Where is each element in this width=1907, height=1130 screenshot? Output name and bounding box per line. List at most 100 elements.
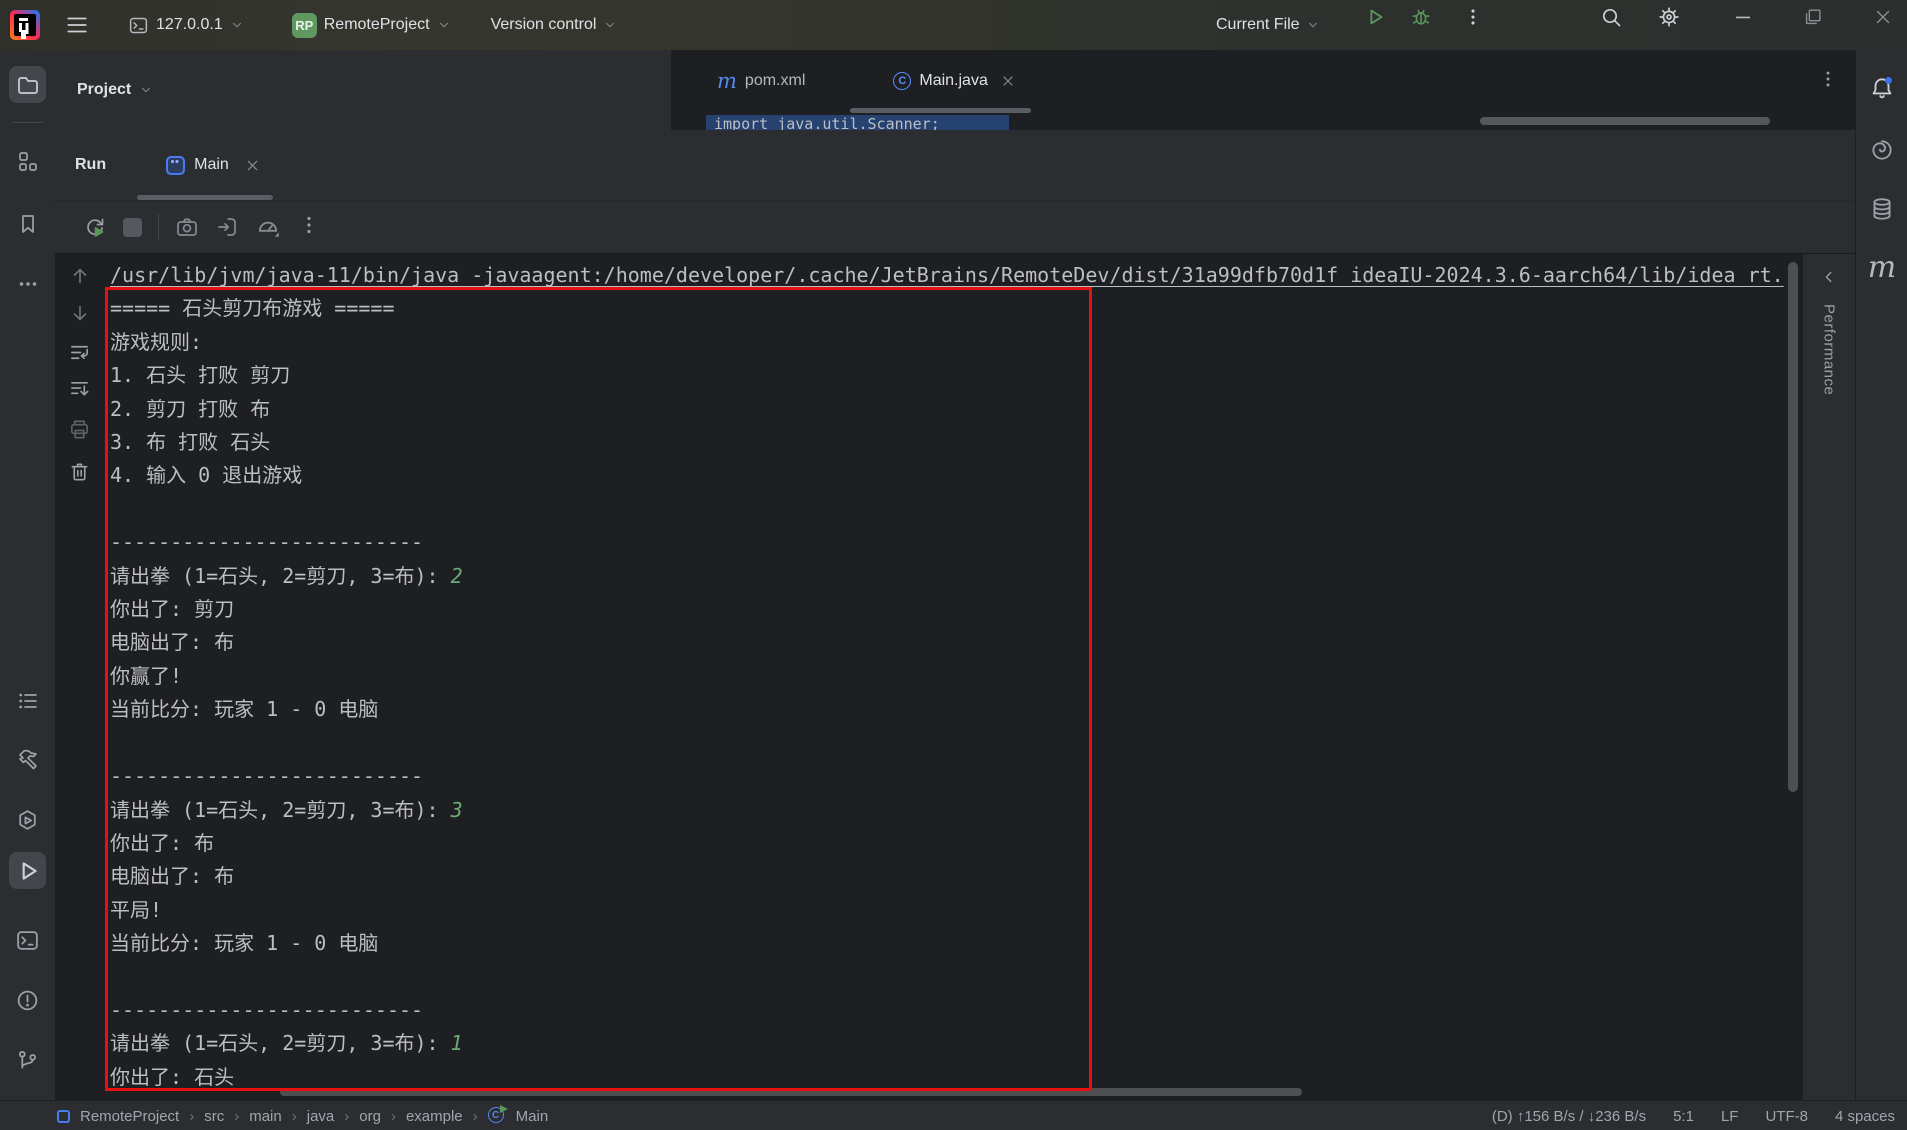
console-line: 你出了: 布: [110, 830, 215, 855]
tab-main-java[interactable]: C Main.java: [879, 50, 1029, 112]
project-panel-title[interactable]: Project: [77, 81, 131, 99]
gear-icon: [1659, 7, 1679, 27]
sidebar-item-run[interactable]: [9, 852, 46, 889]
maximize-button[interactable]: [1796, 0, 1830, 34]
console-line: 当前比分: 玩家 1 - 0 电脑: [110, 931, 379, 956]
console-line: /usr/lib/jvm/java-11/bin/java -javaagent…: [110, 263, 1784, 287]
left-tool-stripe: [0, 50, 56, 1100]
console-user-input: 2: [450, 563, 463, 588]
remote-host-label: 127.0.0.1: [156, 16, 223, 33]
kebab-menu-icon: [307, 216, 311, 233]
close-tab-icon[interactable]: [244, 157, 261, 174]
breadcrumb-item[interactable]: src: [204, 1108, 224, 1125]
screenshot-button[interactable]: [175, 215, 199, 239]
ide-window: 127.0.0.1 RP RemoteProject Version contr…: [0, 0, 1907, 1130]
camera-icon: [177, 218, 197, 236]
sidebar-item-build[interactable]: [9, 740, 46, 777]
notifications-button[interactable]: [1864, 70, 1900, 106]
settings-button[interactable]: [1652, 0, 1686, 34]
more-actions-button[interactable]: [1456, 0, 1490, 34]
console-line: 当前比分: 玩家 1 - 0 电脑: [110, 697, 379, 722]
chevron-down-icon: [1308, 22, 1317, 28]
console-more-button[interactable]: [297, 213, 321, 242]
sidebar-item-structure[interactable]: [9, 142, 46, 179]
vcs-label: Version control: [490, 16, 597, 33]
maven-button[interactable]: m: [1864, 250, 1900, 286]
minimize-button[interactable]: [1726, 0, 1760, 34]
structure-icon: [18, 151, 37, 171]
performance-label: Performance: [1820, 304, 1838, 396]
main-menu-button[interactable]: [64, 12, 90, 38]
caret-position[interactable]: 5:1: [1673, 1108, 1694, 1125]
search-everywhere-button[interactable]: [1594, 0, 1628, 34]
close-icon: [1876, 10, 1890, 24]
run-panel-title: Run: [75, 156, 107, 173]
file-encoding[interactable]: UTF-8: [1765, 1108, 1808, 1125]
scroll-to-end-button[interactable]: [68, 378, 91, 401]
ai-assistant-button[interactable]: [1864, 132, 1900, 168]
breadcrumb-item[interactable]: org: [359, 1108, 381, 1125]
prev-occurrence-button[interactable]: [68, 264, 91, 287]
bell-icon: [1872, 76, 1892, 99]
editor-tab-options-button[interactable]: [1817, 68, 1839, 95]
sidebar-item-project[interactable]: [9, 66, 46, 103]
breadcrumb-item[interactable]: Main: [516, 1108, 549, 1125]
vcs-widget[interactable]: Version control: [491, 16, 618, 34]
selected-code-fragment: import java.util.Scanner;: [706, 115, 1009, 130]
ai-swirl-icon: [1872, 140, 1892, 160]
breadcrumb-item[interactable]: RemoteProject: [80, 1108, 179, 1125]
indent-style[interactable]: 4 spaces: [1835, 1108, 1895, 1125]
rerun-button[interactable]: [83, 215, 107, 239]
remote-host-selector[interactable]: 127.0.0.1: [128, 15, 244, 36]
sidebar-item-bookmarks[interactable]: [9, 205, 46, 242]
database-icon: [1873, 198, 1891, 220]
console-v-scrollbar[interactable]: [1788, 262, 1798, 792]
debug-button[interactable]: [1404, 0, 1438, 34]
profiler-button[interactable]: [255, 214, 281, 240]
sidebar-item-problems[interactable]: [9, 982, 46, 1019]
sidebar-item-more[interactable]: [9, 265, 46, 302]
network-stats[interactable]: (D) ↑156 B/s / ↓236 B/s: [1492, 1108, 1646, 1125]
title-bar: 127.0.0.1 RP RemoteProject Version contr…: [0, 0, 1907, 51]
chevron-down-icon[interactable]: [139, 83, 153, 97]
editor-tab-bar: m pom.xml C Main.java import java.util.S…: [671, 50, 1855, 131]
clear-console-button[interactable]: [68, 460, 91, 483]
maven-file-icon: m: [717, 68, 737, 93]
breadcrumb-separator: ›: [344, 1107, 350, 1125]
console-line: 你出了: 剪刀: [110, 597, 235, 622]
breadcrumb-item[interactable]: example: [406, 1108, 463, 1125]
console-tab-icon: [166, 155, 186, 175]
performance-collapsed-panel[interactable]: Performance: [1802, 254, 1855, 1100]
breadcrumb-separator: ›: [189, 1107, 195, 1125]
sidebar-item-todo[interactable]: [9, 682, 46, 719]
import-into-editor-button[interactable]: [215, 215, 239, 239]
stop-button[interactable]: [123, 217, 142, 237]
close-button[interactable]: [1866, 0, 1900, 34]
run-button[interactable]: [1358, 0, 1392, 34]
sidebar-item-terminal[interactable]: [9, 922, 46, 959]
editor-h-scrollbar[interactable]: [1480, 117, 1770, 125]
stop-icon: [123, 217, 142, 237]
breadcrumb-item[interactable]: main: [249, 1108, 282, 1125]
rerun-icon: [87, 218, 104, 237]
console-h-scrollbar[interactable]: [280, 1088, 1302, 1096]
line-separator[interactable]: LF: [1721, 1108, 1739, 1125]
run-tab-main[interactable]: Main: [166, 155, 261, 175]
run-configuration-selector[interactable]: Current File: [1216, 0, 1320, 50]
run-console[interactable]: /usr/lib/jvm/java-11/bin/java -javaagent…: [103, 254, 1802, 1100]
sidebar-item-services[interactable]: [9, 802, 46, 839]
project-widget[interactable]: RP RemoteProject: [291, 12, 451, 38]
soft-wrap-button[interactable]: [68, 341, 91, 364]
breadcrumb-item[interactable]: java: [307, 1108, 335, 1125]
sidebar-item-git[interactable]: [9, 1042, 46, 1079]
next-occurrence-button[interactable]: [68, 301, 91, 324]
kebab-menu-icon: [1826, 71, 1830, 87]
tab-pom-xml[interactable]: m pom.xml: [703, 50, 819, 112]
kebab-menu-icon: [1471, 9, 1475, 25]
database-button[interactable]: [1864, 191, 1900, 227]
close-tab-icon[interactable]: [1000, 73, 1016, 89]
console-output: /usr/lib/jvm/java-11/bin/java -javaagent…: [103, 254, 1802, 1094]
print-button[interactable]: [68, 418, 91, 441]
console-left-toolbar: [55, 254, 103, 1100]
